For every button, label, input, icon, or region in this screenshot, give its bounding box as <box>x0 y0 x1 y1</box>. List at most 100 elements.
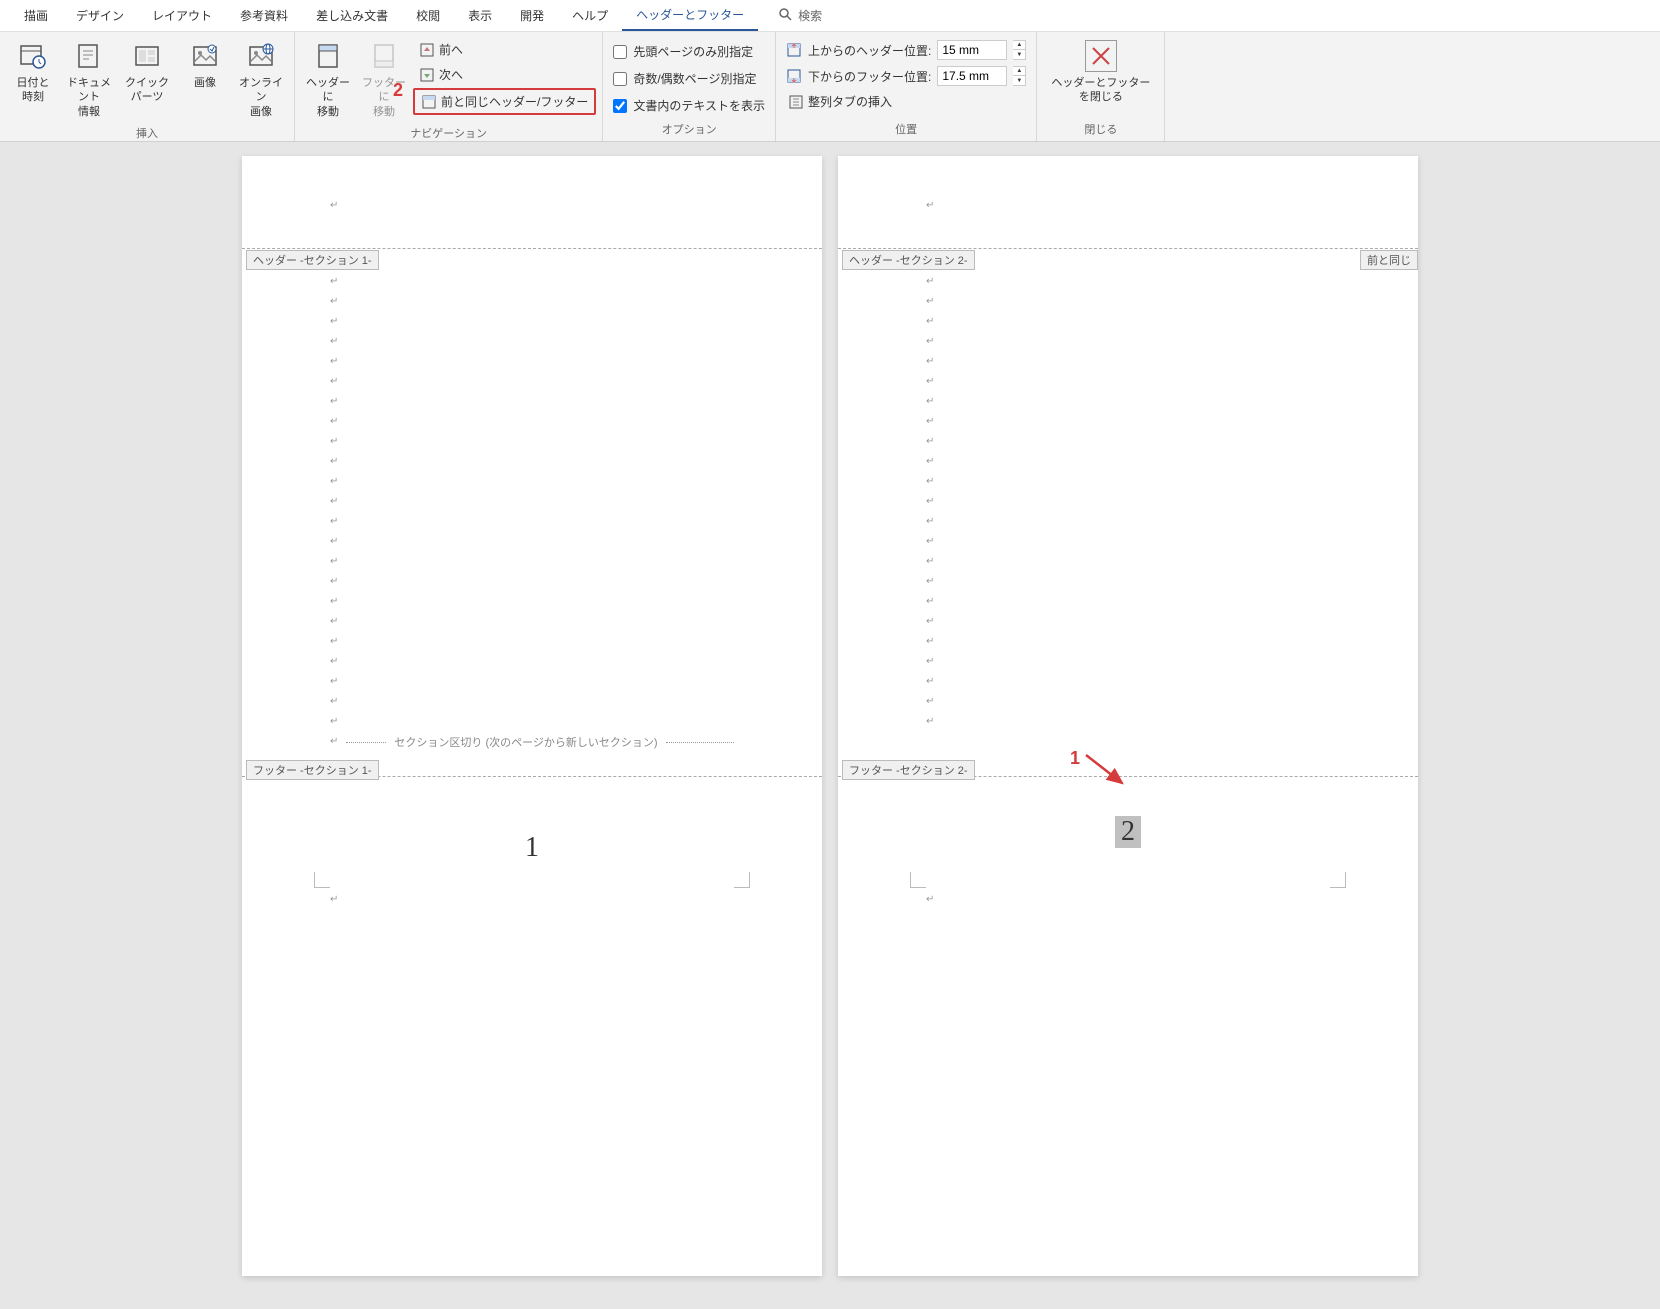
paragraph-mark: ↵ <box>330 372 734 392</box>
paragraph-mark: ↵ <box>926 712 1330 732</box>
tab-developer[interactable]: 開発 <box>506 1 558 30</box>
footer-area-right[interactable]: 2 <box>838 816 1418 848</box>
paragraph-mark: ↵ <box>926 592 1330 612</box>
page-number-right[interactable]: 2 <box>1115 816 1141 848</box>
header-area-right[interactable]: ↵ <box>838 156 1418 248</box>
paragraph-mark: ↵ <box>926 196 934 216</box>
align-tab-icon <box>788 94 804 110</box>
checkbox-input[interactable] <box>613 45 627 59</box>
tab-references[interactable]: 参考資料 <box>226 1 302 30</box>
paragraph-mark: ↵ <box>330 692 734 712</box>
checkbox-input[interactable] <box>613 72 627 86</box>
next-icon <box>419 67 435 83</box>
header-position-input[interactable] <box>937 40 1007 60</box>
header-icon <box>312 40 344 72</box>
search-label: 検索 <box>798 7 822 24</box>
paragraph-mark: ↵ <box>330 652 734 672</box>
calendar-clock-icon <box>17 40 49 72</box>
header-area-left[interactable]: ↵ <box>242 156 822 248</box>
annotation-marker-1: 1 <box>1070 748 1080 769</box>
insert-alignment-tab-button[interactable]: 整列タブの挿入 <box>782 90 898 113</box>
image-button[interactable]: 画像 <box>178 36 232 94</box>
prev-icon <box>419 42 435 58</box>
spinner-up[interactable]: ▲ <box>1013 67 1025 76</box>
paragraph-mark: ↵ <box>330 292 734 312</box>
group-position-label: 位置 <box>782 119 1030 139</box>
paragraph-mark: ↵ <box>330 712 734 732</box>
header-pos-icon <box>786 42 802 58</box>
diff-odd-even-checkbox[interactable]: 奇数/偶数ページ別指定 <box>609 67 760 90</box>
paragraph-mark: ↵ <box>330 332 734 352</box>
paragraph-mark: ↵ <box>926 332 1330 352</box>
quick-parts-button[interactable]: クイック パーツ <box>118 36 176 109</box>
close-header-footer-button[interactable]: ヘッダーとフッターを閉じる <box>1043 36 1158 109</box>
header-spinner[interactable]: ▲▼ <box>1013 40 1026 60</box>
page-number-left: 1 <box>242 832 822 864</box>
tab-draw[interactable]: 描画 <box>10 1 62 30</box>
group-insert-label: 挿入 <box>6 123 288 143</box>
paragraph-mark: ↵ <box>926 652 1330 672</box>
paragraph-mark: ↵ <box>330 472 734 492</box>
image-icon <box>189 40 221 72</box>
paragraph-mark: ↵ <box>330 196 338 216</box>
link-to-previous-button[interactable]: 前と同じヘッダー/フッター <box>413 88 596 115</box>
paragraph-mark: ↵ <box>926 632 1330 652</box>
group-close-label: 閉じる <box>1043 119 1158 139</box>
close-x-icon <box>1085 40 1117 72</box>
show-document-text-checkbox[interactable]: 文書内のテキストを表示 <box>609 94 769 117</box>
next-button[interactable]: 次へ <box>413 63 596 86</box>
prev-button[interactable]: 前へ <box>413 38 596 61</box>
footer-tag-right: フッター -セクション 2- <box>842 760 975 780</box>
tab-design[interactable]: デザイン <box>62 1 138 30</box>
footer-spinner[interactable]: ▲▼ <box>1013 66 1026 86</box>
paragraph-mark: ↵ <box>926 672 1330 692</box>
spinner-down[interactable]: ▼ <box>1013 76 1025 85</box>
footer-icon <box>368 40 400 72</box>
paragraph-mark: ↵ <box>926 312 1330 332</box>
paragraph-mark: ↵ <box>926 292 1330 312</box>
checkbox-input[interactable] <box>613 99 627 113</box>
footer-area-left[interactable]: 1 <box>242 832 822 864</box>
tab-review[interactable]: 校閲 <box>402 1 454 30</box>
search-icon <box>778 7 792 24</box>
tab-help[interactable]: ヘルプ <box>558 1 622 30</box>
search-box[interactable]: 検索 <box>778 7 822 24</box>
paragraph-mark: ↵ <box>926 532 1330 552</box>
paragraph-mark: ↵ <box>330 412 734 432</box>
body-area-right: ↵↵↵↵↵↵↵↵↵↵↵↵↵↵↵↵↵↵↵↵↵↵↵ <box>838 248 1418 732</box>
paragraph-mark: ↵ <box>926 432 1330 452</box>
spinner-down[interactable]: ▼ <box>1013 50 1025 59</box>
section-break: ↵ セクション区切り (次のページから新しいセクション) <box>330 732 734 752</box>
goto-header-button[interactable]: ヘッダーに移動 <box>301 36 355 123</box>
goto-footer-button: フッターに移動 <box>357 36 411 123</box>
doc-info-button[interactable]: ドキュメント情報 <box>62 36 116 123</box>
footer-pos-icon <box>786 68 802 84</box>
ribbon-content: 日付と時刻 ドキュメント情報 クイック パーツ 画像 オンライン画像 挿入 <box>0 32 1660 142</box>
page-left[interactable]: ↵ ヘッダー -セクション 1- ↵↵↵↵↵↵↵↵↵↵↵↵↵↵↵↵↵↵↵↵↵↵↵… <box>242 156 822 1276</box>
online-image-button[interactable]: オンライン画像 <box>234 36 288 123</box>
page-right[interactable]: ↵ ヘッダー -セクション 2- 前と同じ ↵↵↵↵↵↵↵↵↵↵↵↵↵↵↵↵↵↵… <box>838 156 1418 1276</box>
paragraph-mark: ↵ <box>330 592 734 612</box>
group-navigation-label: ナビゲーション <box>301 123 596 143</box>
paragraph-mark: ↵ <box>330 432 734 452</box>
group-options: 先頭ページのみ別指定 奇数/偶数ページ別指定 文書内のテキストを表示 オプション <box>603 32 776 141</box>
tab-header-footer[interactable]: ヘッダーとフッター <box>622 0 758 31</box>
spinner-up[interactable]: ▲ <box>1013 41 1025 50</box>
footer-tag-left: フッター -セクション 1- <box>246 760 379 780</box>
footer-position-input[interactable] <box>937 66 1007 86</box>
paragraph-mark: ↵ <box>926 512 1330 532</box>
date-time-button[interactable]: 日付と時刻 <box>6 36 60 109</box>
tab-mailings[interactable]: 差し込み文書 <box>302 1 402 30</box>
parts-icon <box>131 40 163 72</box>
paragraph-mark: ↵ <box>926 692 1330 712</box>
body-area-left: ↵↵↵↵↵↵↵↵↵↵↵↵↵↵↵↵↵↵↵↵↵↵↵ ↵ セクション区切り (次のペー… <box>242 248 822 752</box>
paragraph-mark: ↵ <box>926 890 934 910</box>
tab-layout[interactable]: レイアウト <box>138 1 226 30</box>
paragraph-mark: ↵ <box>330 672 734 692</box>
group-options-label: オプション <box>609 119 769 139</box>
group-position: 上からのヘッダー位置: ▲▼ 下からのフッター位置: ▲▼ 整列タブの挿入 位置 <box>776 32 1037 141</box>
crop-mark <box>734 872 750 888</box>
diff-first-page-checkbox[interactable]: 先頭ページのみ別指定 <box>609 40 757 63</box>
paragraph-mark: ↵ <box>330 452 734 472</box>
tab-view[interactable]: 表示 <box>454 1 506 30</box>
